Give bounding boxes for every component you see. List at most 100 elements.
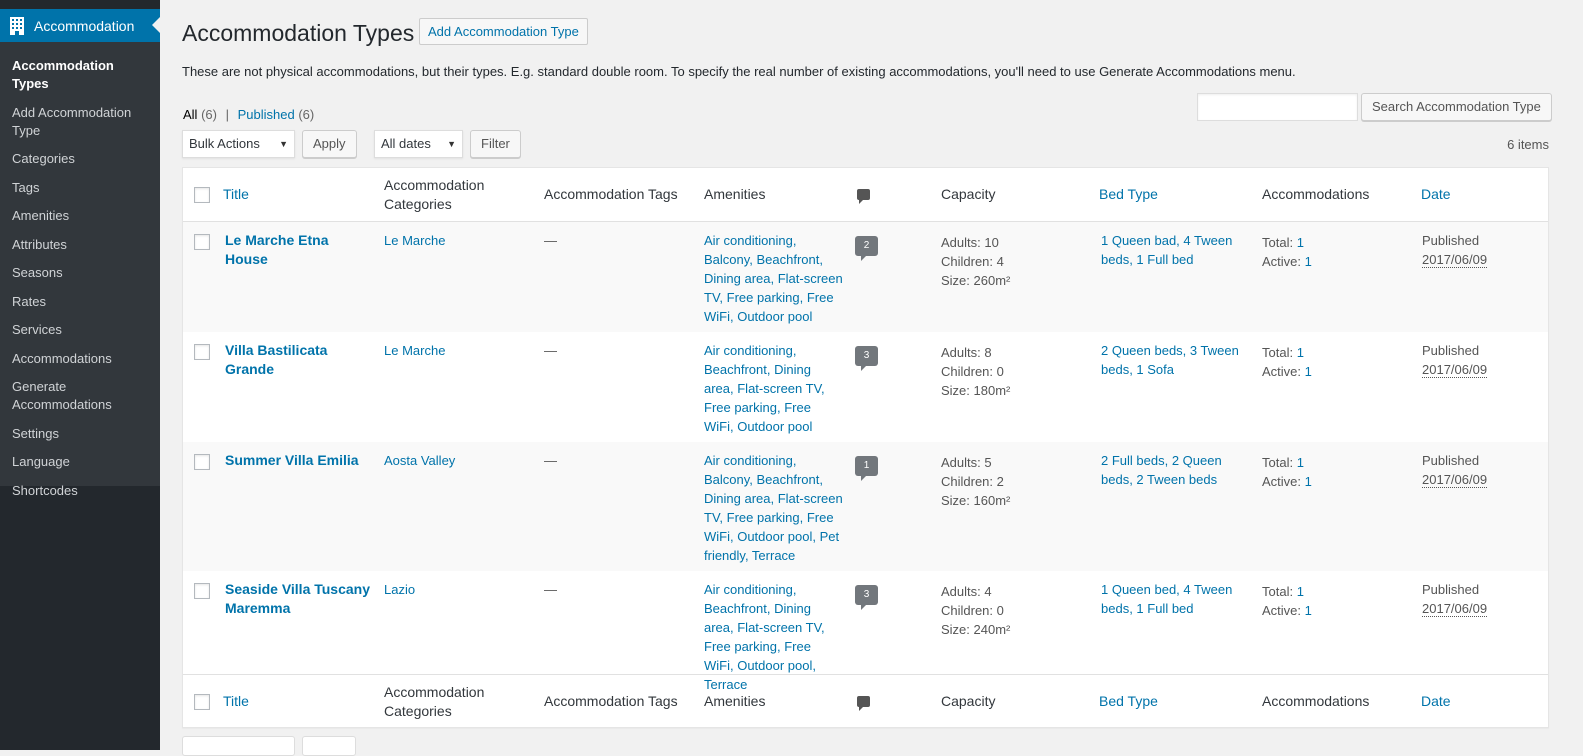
sidebar-item-add-accommodation-type[interactable]: Add Accommodation Type bbox=[0, 101, 160, 144]
chevron-down-icon: ▼ bbox=[279, 139, 288, 149]
table-header: Title Accommodation Categories Accommoda… bbox=[183, 168, 1548, 222]
row-adults: Adults: 8 bbox=[941, 345, 992, 360]
comment-bubble-icon[interactable] bbox=[857, 189, 870, 204]
bulk-actions-select[interactable]: Bulk Actions ▼ bbox=[182, 130, 295, 158]
row-tags: — bbox=[544, 233, 557, 248]
row-children: Children: 0 bbox=[941, 364, 1004, 379]
comment-count-bubble[interactable]: 1 bbox=[855, 456, 878, 481]
bulk-actions-value: Bulk Actions bbox=[189, 136, 260, 151]
row-title-link[interactable]: Seaside Villa Tuscany Maremma bbox=[225, 581, 370, 616]
row-bed-type-link[interactable]: 2 Full beds, 2 Queen beds, 2 Tween beds bbox=[1101, 453, 1222, 487]
row-category-link[interactable]: Le Marche bbox=[384, 343, 445, 358]
row-date: 2017/06/09 bbox=[1422, 601, 1488, 617]
row-title-link[interactable]: Villa Bastilicata Grande bbox=[225, 342, 327, 377]
row-bed-type-link[interactable]: 2 Queen beds, 3 Tween beds, 1 Sofa bbox=[1101, 343, 1239, 377]
table-footer: Title Accommodation Categories Accommoda… bbox=[183, 674, 1548, 728]
row-title-link[interactable]: Le Marche Etna House bbox=[225, 232, 328, 267]
row-adults: Adults: 4 bbox=[941, 584, 992, 599]
sidebar-item-generate-accommodations[interactable]: Generate Accommodations bbox=[0, 375, 160, 418]
row-active-label: Active: bbox=[1262, 474, 1302, 489]
row-active-link[interactable]: 1 bbox=[1305, 254, 1312, 269]
row-category-link[interactable]: Lazio bbox=[384, 582, 415, 597]
sidebar-item-language[interactable]: Language bbox=[0, 450, 160, 475]
row-amenities-link[interactable]: Air conditioning, Balcony, Beachfront, D… bbox=[704, 453, 843, 563]
view-published-count: (6) bbox=[298, 107, 315, 122]
row-total-link[interactable]: 1 bbox=[1297, 455, 1304, 470]
menu-title: Accommodation bbox=[34, 17, 135, 34]
sidebar-item-accommodation-types[interactable]: Accommodation Types bbox=[0, 54, 160, 97]
row-size: Size: 240m² bbox=[941, 622, 1011, 637]
column-date[interactable]: Date bbox=[1421, 692, 1451, 711]
row-checkbox[interactable] bbox=[194, 234, 210, 250]
sidebar-item-attributes[interactable]: Attributes bbox=[0, 233, 160, 258]
menu-accommodation[interactable]: Accommodation bbox=[0, 9, 160, 42]
view-all-link[interactable]: All bbox=[183, 107, 197, 122]
row-bed-type-link[interactable]: 1 Queen bed, 4 Tween beds, 1 Full bed bbox=[1101, 582, 1232, 616]
row-total-link[interactable]: 1 bbox=[1297, 235, 1304, 250]
row-tags: — bbox=[544, 343, 557, 358]
column-title[interactable]: Title bbox=[223, 185, 249, 204]
comment-bubble-icon[interactable] bbox=[857, 696, 870, 711]
sidebar-item-rates[interactable]: Rates bbox=[0, 290, 160, 315]
comment-count-bubble[interactable]: 3 bbox=[855, 585, 878, 610]
row-total-label: Total: bbox=[1262, 345, 1294, 360]
column-amenities: Amenities bbox=[704, 693, 766, 709]
row-active-link[interactable]: 1 bbox=[1305, 603, 1312, 618]
row-tags: — bbox=[544, 453, 557, 468]
bottom-apply-button[interactable] bbox=[302, 736, 356, 756]
row-active-link[interactable]: 1 bbox=[1305, 364, 1312, 379]
sidebar-item-accommodations[interactable]: Accommodations bbox=[0, 347, 160, 372]
row-category-link[interactable]: Aosta Valley bbox=[384, 453, 455, 468]
row-active-label: Active: bbox=[1262, 364, 1302, 379]
sidebar-item-settings[interactable]: Settings bbox=[0, 422, 160, 447]
column-bed-type[interactable]: Bed Type bbox=[1099, 692, 1158, 711]
select-all-checkbox[interactable] bbox=[194, 187, 210, 203]
column-tags: Accommodation Tags bbox=[544, 693, 678, 709]
dates-select[interactable]: All dates ▼ bbox=[374, 130, 463, 158]
row-total-link[interactable]: 1 bbox=[1297, 584, 1304, 599]
row-size: Size: 260m² bbox=[941, 273, 1011, 288]
add-accommodation-type-button[interactable]: Add Accommodation Type bbox=[419, 18, 588, 45]
sidebar-item-services[interactable]: Services bbox=[0, 318, 160, 343]
row-active-label: Active: bbox=[1262, 603, 1302, 618]
sidebar-item-seasons[interactable]: Seasons bbox=[0, 261, 160, 286]
row-active-link[interactable]: 1 bbox=[1305, 474, 1312, 489]
row-adults: Adults: 5 bbox=[941, 455, 992, 470]
row-total-link[interactable]: 1 bbox=[1297, 345, 1304, 360]
sidebar-item-categories[interactable]: Categories bbox=[0, 147, 160, 172]
select-all-checkbox[interactable] bbox=[194, 694, 210, 710]
comment-count-bubble[interactable]: 2 bbox=[855, 236, 878, 261]
row-status: Published bbox=[1422, 233, 1480, 248]
column-title[interactable]: Title bbox=[223, 692, 249, 711]
row-checkbox[interactable] bbox=[194, 583, 210, 599]
row-children: Children: 4 bbox=[941, 254, 1004, 269]
sidebar-item-shortcodes[interactable]: Shortcodes bbox=[0, 479, 160, 504]
sidebar-item-tags[interactable]: Tags bbox=[0, 176, 160, 201]
column-bed-type[interactable]: Bed Type bbox=[1099, 185, 1158, 204]
row-checkbox[interactable] bbox=[194, 344, 210, 360]
sidebar-item-amenities[interactable]: Amenities bbox=[0, 204, 160, 229]
comment-count-bubble[interactable]: 3 bbox=[855, 346, 878, 371]
view-separator: | bbox=[225, 107, 229, 122]
column-accommodations: Accommodations bbox=[1262, 693, 1370, 709]
column-tags: Accommodation Tags bbox=[544, 186, 678, 202]
page-description: These are not physical accommodations, b… bbox=[182, 64, 1296, 79]
filter-button[interactable]: Filter bbox=[470, 130, 521, 158]
row-title-link[interactable]: Summer Villa Emilia bbox=[225, 452, 359, 468]
row-bed-type-link[interactable]: 1 Queen bad, 4 Tween beds, 1 Full bed bbox=[1101, 233, 1232, 267]
search-input[interactable] bbox=[1197, 93, 1358, 121]
items-count: 6 items bbox=[1507, 137, 1549, 152]
apply-button[interactable]: Apply bbox=[302, 130, 357, 158]
row-category-link[interactable]: Le Marche bbox=[384, 233, 445, 248]
row-children: Children: 2 bbox=[941, 474, 1004, 489]
row-amenities-link[interactable]: Air conditioning, Balcony, Beachfront, D… bbox=[704, 233, 843, 324]
row-checkbox[interactable] bbox=[194, 454, 210, 470]
column-date[interactable]: Date bbox=[1421, 185, 1451, 204]
view-published-link[interactable]: Published bbox=[238, 107, 295, 122]
search-button[interactable]: Search Accommodation Type bbox=[1361, 93, 1552, 121]
row-amenities-link[interactable]: Air conditioning, Beachfront, Dining are… bbox=[704, 343, 825, 434]
row-size: Size: 160m² bbox=[941, 493, 1011, 508]
row-status: Published bbox=[1422, 453, 1480, 468]
page-title: Accommodation Types bbox=[182, 20, 415, 46]
bottom-bulk-actions-select[interactable] bbox=[182, 736, 295, 756]
